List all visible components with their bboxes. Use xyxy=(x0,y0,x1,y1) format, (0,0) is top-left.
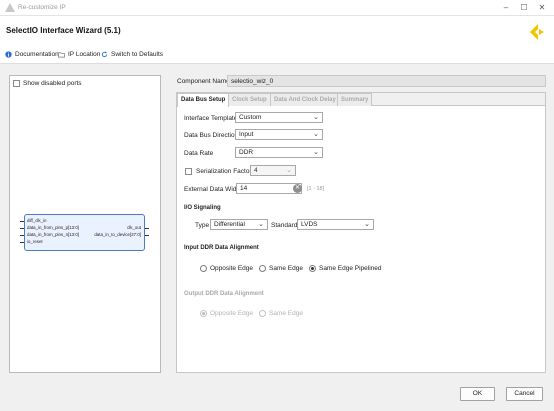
interface-template-label: Interface Template xyxy=(184,115,238,122)
minimize-button[interactable]: – xyxy=(498,2,514,14)
vivado-logo-icon xyxy=(530,24,544,40)
wizard-title: SelectIO Interface Wizard (5.1) xyxy=(6,26,121,35)
port-io-reset: io_reset xyxy=(27,239,43,244)
config-panel: Data Bus Setup Clock Setup Data And Cloc… xyxy=(176,92,546,373)
port-diff-clk-in: diff_clk_in xyxy=(27,218,47,223)
serialization-factor-label: Serialization Factor xyxy=(196,168,252,175)
refresh-icon xyxy=(101,51,108,58)
external-data-width-range: [1 - 18] xyxy=(307,186,325,192)
ok-button[interactable]: OK xyxy=(460,387,495,401)
data-bus-direction-select[interactable]: Input ⌄ xyxy=(235,129,323,140)
radio-button[interactable] xyxy=(259,265,267,272)
radio-button[interactable] xyxy=(259,310,267,317)
port-data-in-n: data_in_from_pins_n[13:0] xyxy=(27,232,79,237)
data-rate-select[interactable]: DDR ⌄ xyxy=(235,147,323,158)
radio-opposite-edge[interactable]: Opposite Edge xyxy=(200,310,253,317)
close-button[interactable]: ✕ xyxy=(534,2,550,14)
tab-summary[interactable]: Summary xyxy=(337,93,373,106)
ip-location-label: IP Location xyxy=(68,51,101,58)
documentation-label: Documentation xyxy=(15,51,59,58)
component-name-field[interactable]: selectio_wiz_0 xyxy=(227,75,546,87)
component-name-label: Component Name xyxy=(177,78,230,85)
input-pin xyxy=(20,242,24,243)
output-ddr-heading: Output DDR Data Alignment xyxy=(184,291,264,297)
input-ddr-heading: Input DDR Data Alignment xyxy=(184,245,259,251)
tab-bar: Data Bus Setup Clock Setup Data And Cloc… xyxy=(177,93,545,107)
data-rate-label: Data Rate xyxy=(184,150,214,157)
radio-same-edge-pipelined[interactable]: Same Edge Pipelined xyxy=(308,265,382,272)
io-type-label: Type xyxy=(195,222,210,229)
switch-defaults-link[interactable]: Switch to Defaults xyxy=(101,51,163,58)
port-data-in-to-device: data_in_to_device[27:0] xyxy=(94,232,141,237)
info-icon xyxy=(5,51,12,58)
cancel-button[interactable]: Cancel xyxy=(506,387,543,401)
toolbar: Documentation IP Location Switch to Defa… xyxy=(0,46,554,64)
ip-location-link[interactable]: IP Location xyxy=(58,51,100,58)
radio-label: Same Edge xyxy=(269,265,303,272)
interface-template-value: Custom xyxy=(239,114,262,121)
serialization-factor-value: 4 xyxy=(254,167,258,174)
data-bus-direction-value: Input xyxy=(239,131,254,138)
input-ddr-radio-group: Opposite Edge Same Edge Same Edge Pipeli… xyxy=(200,265,388,272)
radio-button[interactable] xyxy=(200,310,207,317)
serialization-factor-select[interactable]: 4 ⌄ xyxy=(250,165,296,176)
io-type-value: Differential xyxy=(214,221,245,228)
radio-label: Opposite Edge xyxy=(210,265,254,272)
port-clk-out: clk_out xyxy=(127,225,141,230)
interface-template-select[interactable]: Custom ⌄ xyxy=(235,112,323,123)
port-data-in-p: data_in_from_pins_p[13:0] xyxy=(27,225,79,230)
ip-symbol-panel: Show disabled ports diff_clk_in data_in_… xyxy=(9,75,161,373)
checkbox-box[interactable] xyxy=(13,80,20,87)
chevron-down-icon: ⌄ xyxy=(313,149,319,156)
tab-clock-setup[interactable]: Clock Setup xyxy=(228,93,271,106)
data-bus-direction-label: Data Bus Direction xyxy=(184,132,239,139)
folder-icon xyxy=(58,52,65,58)
external-data-width-label: External Data Width xyxy=(184,186,242,193)
title-bar: Re-customize IP – ☐ ✕ xyxy=(0,0,554,16)
wizard-header: SelectIO Interface Wizard (5.1) xyxy=(0,16,554,46)
io-standard-value: LVDS xyxy=(301,221,318,228)
radio-label: Same Edge xyxy=(269,310,303,317)
io-standard-select[interactable]: LVDS ⌄ xyxy=(297,219,374,230)
radio-button[interactable] xyxy=(308,265,316,272)
serialization-factor-checkbox[interactable] xyxy=(185,168,192,175)
data-rate-value: DDR xyxy=(239,149,254,156)
io-standard-label: Standard xyxy=(271,222,298,229)
tab-data-bus-setup[interactable]: Data Bus Setup xyxy=(177,93,230,107)
radio-same-edge[interactable]: Same Edge xyxy=(259,310,303,317)
radio-label: Same Edge Pipelined xyxy=(318,265,382,272)
input-pin xyxy=(20,235,24,236)
chevron-down-icon: ⌄ xyxy=(364,221,370,228)
radio-opposite-edge[interactable]: Opposite Edge xyxy=(200,265,253,272)
io-type-select[interactable]: Differential ⌄ xyxy=(210,219,268,230)
ip-block-symbol: diff_clk_in data_in_from_pins_p[13:0] da… xyxy=(20,214,149,251)
chevron-down-icon: ⌄ xyxy=(313,131,319,138)
documentation-link[interactable]: Documentation xyxy=(5,51,59,58)
clear-icon[interactable]: ✕ xyxy=(293,184,302,193)
output-pin xyxy=(145,228,149,229)
tab-data-and-clock-delay[interactable]: Data And Clock Delay xyxy=(270,93,340,106)
input-pin xyxy=(20,221,24,222)
chevron-down-icon: ⌄ xyxy=(258,221,264,228)
output-ddr-radio-group: Opposite Edge Same Edge xyxy=(200,310,309,317)
switch-defaults-label: Switch to Defaults xyxy=(111,51,164,58)
show-disabled-ports-label: Show disabled ports xyxy=(23,80,82,87)
radio-button[interactable] xyxy=(200,265,207,272)
show-disabled-ports-checkbox[interactable]: Show disabled ports xyxy=(13,80,82,87)
maximize-button[interactable]: ☐ xyxy=(516,2,532,14)
input-pin xyxy=(20,228,24,229)
output-pin xyxy=(145,235,149,236)
chevron-down-icon: ⌄ xyxy=(313,114,319,121)
radio-label: Opposite Edge xyxy=(210,310,254,317)
window-title: Re-customize IP xyxy=(18,4,66,11)
radio-same-edge[interactable]: Same Edge xyxy=(259,265,303,272)
app-logo-icon xyxy=(5,3,15,12)
chevron-down-icon: ⌄ xyxy=(286,167,292,174)
io-signaling-heading: I/O Signaling xyxy=(184,205,221,211)
